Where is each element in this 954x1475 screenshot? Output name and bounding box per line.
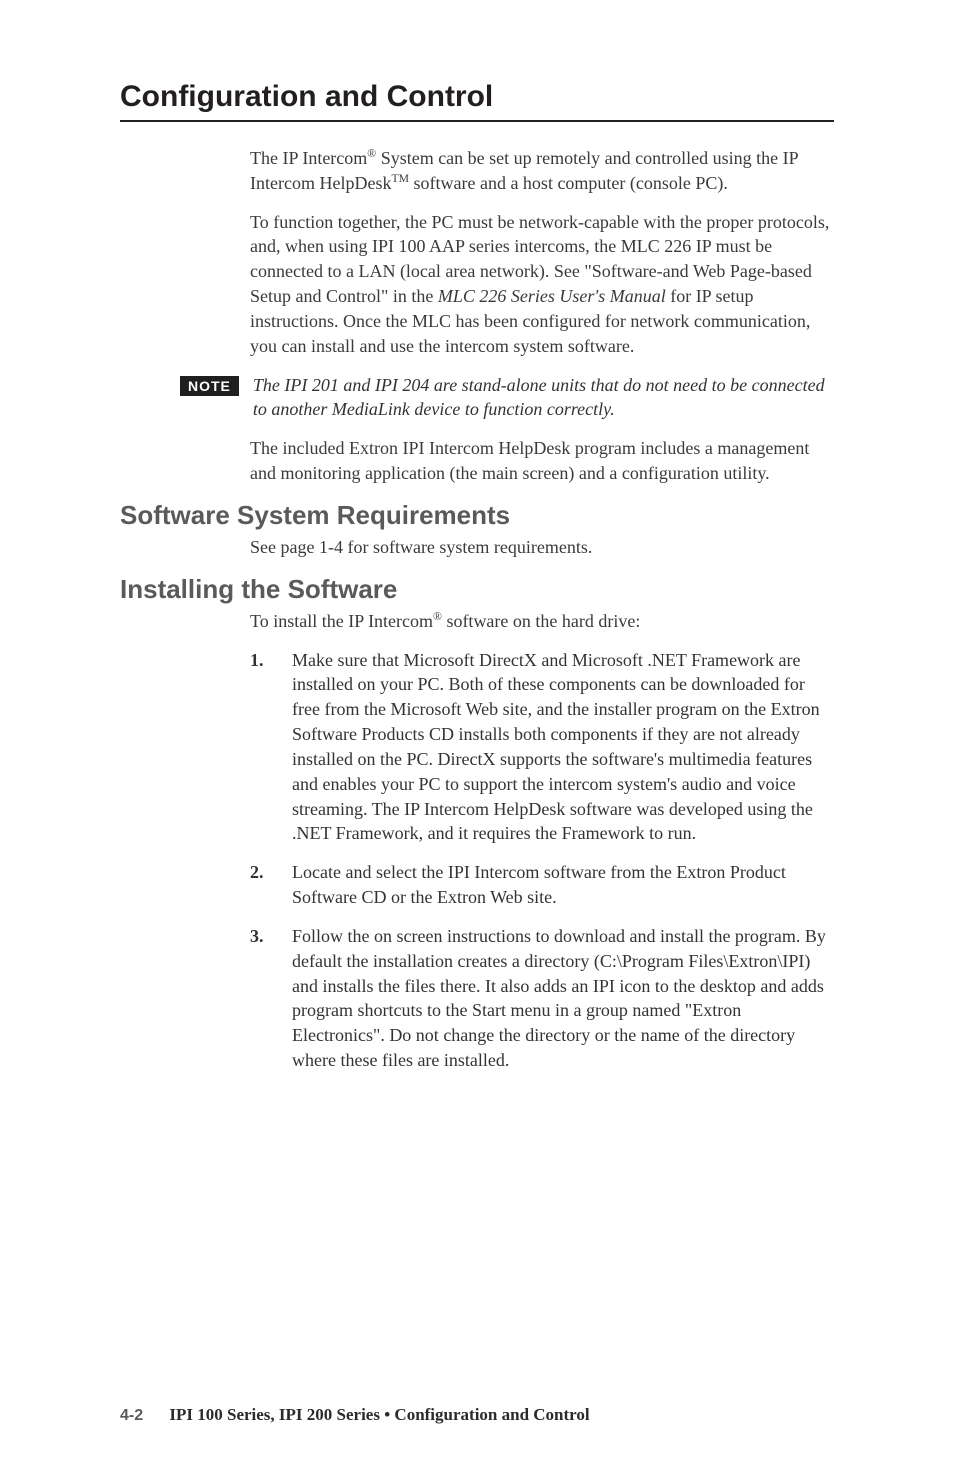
step-num-3: 3.: [250, 924, 292, 1073]
note-badge: NOTE: [180, 376, 239, 396]
install-intro-b: software on the hard drive:: [442, 611, 640, 631]
section-title: Configuration and Control: [120, 80, 834, 122]
intro-block: The IP Intercom® System can be set up re…: [250, 146, 834, 359]
list-item: 2. Locate and select the IPI Intercom so…: [250, 860, 834, 910]
install-steps: 1. Make sure that Microsoft DirectX and …: [250, 648, 834, 1073]
p3-block: The included Extron IPI Intercom HelpDes…: [250, 436, 834, 486]
page-number: 4-2: [120, 1407, 143, 1424]
p1-a: The IP Intercom: [250, 148, 367, 168]
install-intro: To install the IP Intercom® software on …: [250, 609, 834, 634]
note-row: NOTE The IPI 201 and IPI 204 are stand-a…: [180, 373, 834, 423]
step-text-1: Make sure that Microsoft DirectX and Mic…: [292, 648, 834, 847]
footer-text: IPI 100 Series, IPI 200 Series • Configu…: [169, 1405, 589, 1424]
install-heading: Installing the Software: [120, 574, 834, 605]
p2-italic: MLC 226 Series User's Manual: [438, 286, 666, 306]
page-footer: 4-2 IPI 100 Series, IPI 200 Series • Con…: [120, 1405, 590, 1425]
registered-mark: ®: [367, 147, 376, 160]
intro-p3: The included Extron IPI Intercom HelpDes…: [250, 436, 834, 486]
step-text-3: Follow the on screen instructions to dow…: [292, 924, 834, 1073]
sysreq-heading: Software System Requirements: [120, 500, 834, 531]
install-intro-block: To install the IP Intercom® software on …: [250, 609, 834, 634]
step-num-2: 2.: [250, 860, 292, 910]
install-intro-a: To install the IP Intercom: [250, 611, 433, 631]
list-item: 1. Make sure that Microsoft DirectX and …: [250, 648, 834, 847]
registered-mark-2: ®: [433, 610, 442, 623]
intro-p2: To function together, the PC must be net…: [250, 210, 834, 359]
sysreq-block: See page 1-4 for software system require…: [250, 535, 834, 560]
sysreq-text: See page 1-4 for software system require…: [250, 535, 834, 560]
intro-p1: The IP Intercom® System can be set up re…: [250, 146, 834, 196]
step-text-2: Locate and select the IPI Intercom softw…: [292, 860, 834, 910]
p1-c: software and a host computer (console PC…: [409, 173, 728, 193]
step-num-1: 1.: [250, 648, 292, 847]
list-item: 3. Follow the on screen instructions to …: [250, 924, 834, 1073]
trademark-mark: TM: [391, 172, 409, 185]
note-text: The IPI 201 and IPI 204 are stand-alone …: [253, 373, 834, 423]
